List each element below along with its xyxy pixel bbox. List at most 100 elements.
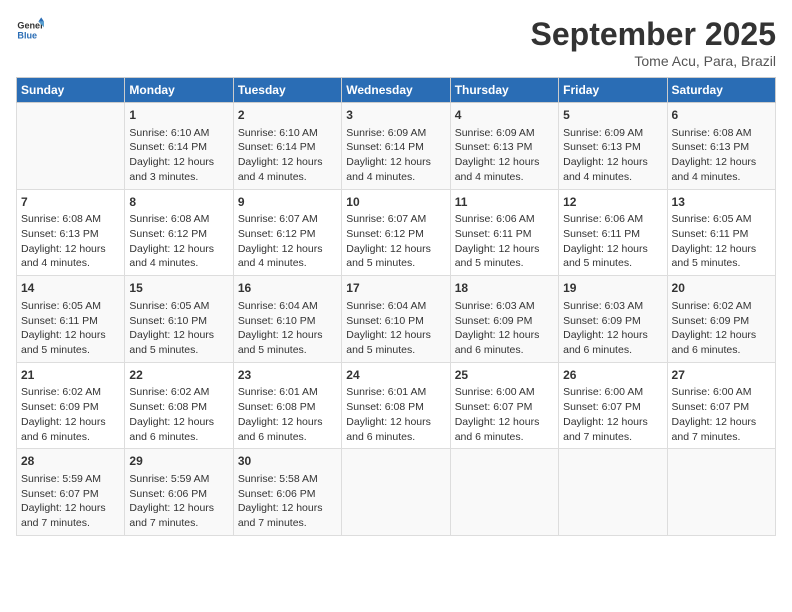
calendar-cell: 20Sunrise: 6:02 AMSunset: 6:09 PMDayligh…	[667, 276, 775, 363]
day-number: 17	[346, 280, 445, 297]
calendar-cell: 18Sunrise: 6:03 AMSunset: 6:09 PMDayligh…	[450, 276, 558, 363]
calendar-cell	[667, 449, 775, 536]
day-info-line: Sunrise: 6:01 AM	[238, 385, 337, 400]
day-number: 15	[129, 280, 228, 297]
day-info-line: and 6 minutes.	[455, 430, 554, 445]
day-number: 19	[563, 280, 662, 297]
day-header-thursday: Thursday	[450, 78, 558, 103]
day-info-line: Sunrise: 6:05 AM	[672, 212, 771, 227]
day-info-line: and 4 minutes.	[238, 170, 337, 185]
day-info-line: Daylight: 12 hours	[238, 415, 337, 430]
day-info-line: Sunrise: 6:07 AM	[238, 212, 337, 227]
day-info-line: Sunset: 6:12 PM	[346, 227, 445, 242]
day-info-line: and 6 minutes.	[238, 430, 337, 445]
day-info-line: Daylight: 12 hours	[455, 155, 554, 170]
day-header-wednesday: Wednesday	[342, 78, 450, 103]
day-info-line: Daylight: 12 hours	[455, 242, 554, 257]
day-info-line: Sunrise: 6:06 AM	[563, 212, 662, 227]
calendar-cell: 9Sunrise: 6:07 AMSunset: 6:12 PMDaylight…	[233, 189, 341, 276]
title-block: September 2025 Tome Acu, Para, Brazil	[531, 16, 776, 69]
day-info-line: Daylight: 12 hours	[129, 501, 228, 516]
day-info-line: and 5 minutes.	[346, 256, 445, 271]
day-info-line: and 6 minutes.	[21, 430, 120, 445]
day-info-line: Daylight: 12 hours	[238, 501, 337, 516]
calendar-cell: 25Sunrise: 6:00 AMSunset: 6:07 PMDayligh…	[450, 362, 558, 449]
day-info-line: Sunrise: 6:09 AM	[455, 126, 554, 141]
day-info-line: and 5 minutes.	[238, 343, 337, 358]
calendar-cell: 11Sunrise: 6:06 AMSunset: 6:11 PMDayligh…	[450, 189, 558, 276]
calendar-cell: 17Sunrise: 6:04 AMSunset: 6:10 PMDayligh…	[342, 276, 450, 363]
day-info-line: and 4 minutes.	[129, 256, 228, 271]
day-info-line: Daylight: 12 hours	[563, 242, 662, 257]
day-info-line: Sunset: 6:06 PM	[238, 487, 337, 502]
calendar-cell: 14Sunrise: 6:05 AMSunset: 6:11 PMDayligh…	[17, 276, 125, 363]
day-header-tuesday: Tuesday	[233, 78, 341, 103]
calendar-cell: 30Sunrise: 5:58 AMSunset: 6:06 PMDayligh…	[233, 449, 341, 536]
day-number: 9	[238, 194, 337, 211]
day-info-line: Sunrise: 6:01 AM	[346, 385, 445, 400]
day-number: 4	[455, 107, 554, 124]
day-info-line: and 7 minutes.	[238, 516, 337, 531]
calendar-cell: 24Sunrise: 6:01 AMSunset: 6:08 PMDayligh…	[342, 362, 450, 449]
day-info-line: Daylight: 12 hours	[455, 328, 554, 343]
day-number: 6	[672, 107, 771, 124]
day-info-line: Daylight: 12 hours	[238, 328, 337, 343]
day-info-line: Sunset: 6:08 PM	[129, 400, 228, 415]
day-info-line: and 5 minutes.	[346, 343, 445, 358]
day-info-line: Sunset: 6:13 PM	[563, 140, 662, 155]
calendar-cell: 29Sunrise: 5:59 AMSunset: 6:06 PMDayligh…	[125, 449, 233, 536]
calendar-cell: 27Sunrise: 6:00 AMSunset: 6:07 PMDayligh…	[667, 362, 775, 449]
day-header-saturday: Saturday	[667, 78, 775, 103]
day-info-line: Sunrise: 6:03 AM	[455, 299, 554, 314]
calendar-cell	[342, 449, 450, 536]
day-info-line: Sunrise: 6:00 AM	[672, 385, 771, 400]
day-info-line: Sunset: 6:09 PM	[563, 314, 662, 329]
day-number: 13	[672, 194, 771, 211]
day-info-line: Sunset: 6:10 PM	[346, 314, 445, 329]
day-info-line: Sunrise: 6:03 AM	[563, 299, 662, 314]
calendar-cell: 5Sunrise: 6:09 AMSunset: 6:13 PMDaylight…	[559, 103, 667, 190]
day-info-line: Sunset: 6:08 PM	[238, 400, 337, 415]
calendar-cell: 2Sunrise: 6:10 AMSunset: 6:14 PMDaylight…	[233, 103, 341, 190]
day-number: 29	[129, 453, 228, 470]
day-info-line: Sunset: 6:14 PM	[238, 140, 337, 155]
calendar-body: 1Sunrise: 6:10 AMSunset: 6:14 PMDaylight…	[17, 103, 776, 536]
day-info-line: and 3 minutes.	[129, 170, 228, 185]
calendar-table: SundayMondayTuesdayWednesdayThursdayFrid…	[16, 77, 776, 536]
day-number: 12	[563, 194, 662, 211]
day-number: 27	[672, 367, 771, 384]
day-number: 8	[129, 194, 228, 211]
day-info-line: Sunset: 6:11 PM	[563, 227, 662, 242]
day-info-line: Sunrise: 6:10 AM	[129, 126, 228, 141]
day-info-line: Sunset: 6:13 PM	[455, 140, 554, 155]
day-info-line: and 6 minutes.	[455, 343, 554, 358]
calendar-cell: 23Sunrise: 6:01 AMSunset: 6:08 PMDayligh…	[233, 362, 341, 449]
day-info-line: and 4 minutes.	[21, 256, 120, 271]
day-info-line: Sunset: 6:09 PM	[455, 314, 554, 329]
calendar-header-row: SundayMondayTuesdayWednesdayThursdayFrid…	[17, 78, 776, 103]
day-info-line: Sunrise: 6:07 AM	[346, 212, 445, 227]
day-info-line: and 6 minutes.	[672, 343, 771, 358]
day-info-line: and 4 minutes.	[238, 256, 337, 271]
day-info-line: and 4 minutes.	[346, 170, 445, 185]
day-number: 16	[238, 280, 337, 297]
day-info-line: and 5 minutes.	[563, 256, 662, 271]
calendar-cell: 26Sunrise: 6:00 AMSunset: 6:07 PMDayligh…	[559, 362, 667, 449]
day-info-line: Sunset: 6:07 PM	[455, 400, 554, 415]
day-info-line: and 5 minutes.	[129, 343, 228, 358]
day-info-line: and 6 minutes.	[129, 430, 228, 445]
day-info-line: Daylight: 12 hours	[563, 415, 662, 430]
day-info-line: Sunrise: 6:05 AM	[21, 299, 120, 314]
calendar-cell	[450, 449, 558, 536]
location-subtitle: Tome Acu, Para, Brazil	[531, 53, 776, 69]
logo-icon: General Blue	[16, 16, 44, 44]
day-info-line: Sunset: 6:07 PM	[21, 487, 120, 502]
calendar-cell: 10Sunrise: 6:07 AMSunset: 6:12 PMDayligh…	[342, 189, 450, 276]
calendar-cell: 12Sunrise: 6:06 AMSunset: 6:11 PMDayligh…	[559, 189, 667, 276]
day-info-line: Sunrise: 6:02 AM	[672, 299, 771, 314]
day-info-line: Daylight: 12 hours	[672, 155, 771, 170]
day-info-line: Sunrise: 6:04 AM	[238, 299, 337, 314]
day-number: 11	[455, 194, 554, 211]
day-info-line: and 4 minutes.	[455, 170, 554, 185]
day-number: 23	[238, 367, 337, 384]
